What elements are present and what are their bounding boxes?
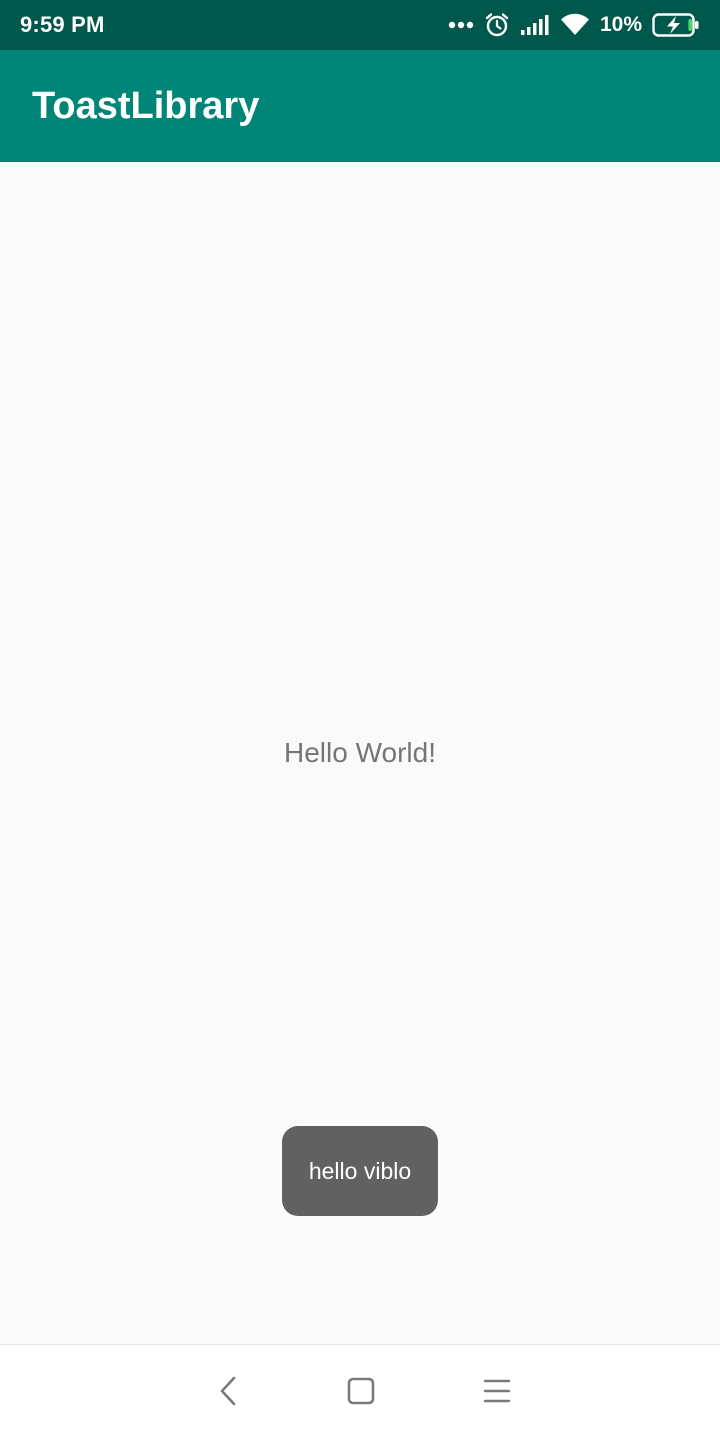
toast-text: hello viblo bbox=[308, 1157, 412, 1184]
app-title: ToastLibrary bbox=[32, 84, 260, 127]
alarm-icon bbox=[484, 12, 510, 38]
more-dots-icon bbox=[448, 21, 474, 29]
battery-charging-icon bbox=[652, 13, 700, 37]
app-bar: ToastLibrary bbox=[0, 50, 720, 162]
main-content: Hello World! hello viblo bbox=[0, 162, 720, 1344]
toast-message: hello viblo bbox=[282, 1126, 438, 1216]
signal-icon bbox=[520, 14, 550, 36]
home-icon bbox=[346, 1376, 376, 1411]
back-button[interactable] bbox=[208, 1373, 248, 1413]
navigation-bar bbox=[0, 1344, 720, 1440]
hello-world-text: Hello World! bbox=[284, 737, 436, 768]
home-button[interactable] bbox=[341, 1373, 381, 1413]
battery-percent: 10% bbox=[599, 13, 642, 36]
status-icons: 10% bbox=[448, 12, 700, 38]
status-time: 9:59 PM bbox=[20, 12, 105, 37]
back-icon bbox=[216, 1375, 240, 1412]
wifi-icon bbox=[560, 13, 590, 37]
status-bar: 9:59 PM 10% bbox=[0, 0, 720, 50]
menu-icon bbox=[483, 1378, 511, 1409]
recent-apps-button[interactable] bbox=[477, 1373, 517, 1413]
